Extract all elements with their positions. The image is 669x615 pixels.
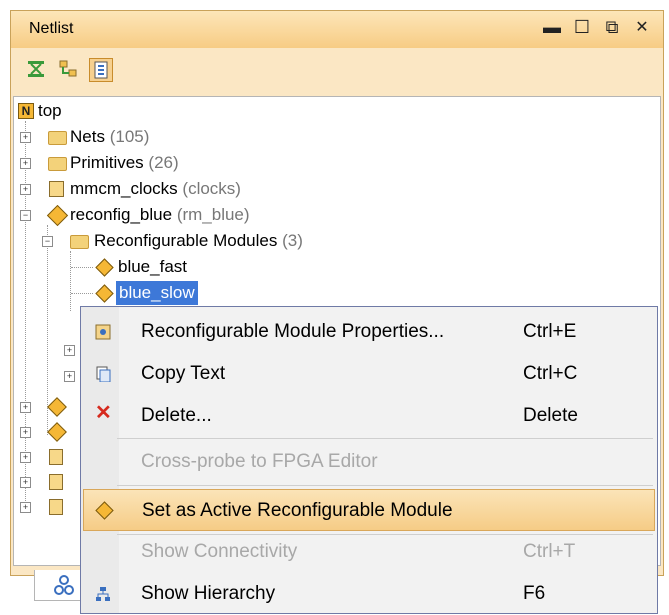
menu-item-properties[interactable]: Reconfigurable Module Properties... Ctrl… [83, 311, 655, 353]
tree-item-count: (105) [109, 127, 150, 146]
tree-item-primitives[interactable]: + Primitives (26) [20, 151, 320, 175]
instance-icon [49, 181, 64, 197]
properties-icon [95, 324, 111, 340]
instance-icon [49, 499, 63, 515]
expand-toggle[interactable]: + [20, 158, 31, 169]
delete-icon: ✕ [95, 402, 112, 424]
reconfig-module-icon [95, 501, 114, 520]
folder-open-icon [70, 235, 89, 249]
expand-all-button[interactable] [57, 58, 81, 82]
show-hierarchy-icon [94, 61, 108, 79]
collapse-toggle[interactable]: − [42, 236, 53, 247]
menu-item-label: Show Connectivity [141, 541, 298, 562]
reconfig-partition-icon [47, 422, 67, 442]
copy-icon [96, 366, 111, 382]
expand-toggle[interactable]: + [64, 345, 75, 356]
tree-root-label: top [38, 101, 62, 120]
menu-item-copy-text[interactable]: Copy Text Ctrl+C [83, 353, 655, 395]
expand-toggle[interactable]: + [20, 502, 31, 513]
tree-item-label: Primitives [70, 153, 144, 172]
maximize-icon[interactable]: ☐ [571, 17, 593, 38]
menu-item-label: Cross-probe to FPGA Editor [141, 451, 378, 472]
expand-toggle[interactable]: + [20, 477, 31, 488]
tree-line [71, 293, 93, 294]
reconfig-partition-icon [47, 397, 67, 417]
context-menu: Reconfigurable Module Properties... Ctrl… [80, 306, 658, 614]
tree-item-label: reconfig_blue [70, 205, 173, 224]
tree-item-count: (rm_blue) [176, 205, 250, 224]
reconfig-partition-icon [46, 204, 69, 227]
collapse-all-button[interactable] [25, 58, 49, 82]
tree-item-mmcm-clocks[interactable]: + mmcm_clocks (clocks) [20, 177, 320, 201]
menu-item-cross-probe[interactable]: Cross-probe to FPGA Editor [83, 441, 655, 483]
tree-item-label-selected: blue_slow [116, 281, 198, 305]
menu-separator [117, 485, 653, 486]
panel-title-bar: Netlist ▬ ☐ ⧉ ✕ [11, 11, 663, 49]
menu-item-label: Reconfigurable Module Properties... [141, 321, 445, 342]
expand-all-icon [59, 60, 77, 77]
folder-icon [48, 157, 67, 171]
tree-item-count: (26) [148, 153, 179, 172]
menu-item-show-hierarchy[interactable]: Show Hierarchy F6 [83, 573, 655, 615]
menu-item-label: Delete... [141, 405, 212, 426]
menu-item-label: Copy Text [141, 363, 226, 384]
tree-item-count: (3) [282, 231, 303, 250]
tree-item-nets[interactable]: + Nets (105) [20, 125, 320, 149]
netlist-toolbar [11, 48, 663, 96]
reconfig-module-icon [95, 284, 114, 303]
tree-item-label: mmcm_clocks [70, 179, 178, 198]
menu-item-shortcut: Delete [523, 405, 578, 426]
tree-item-reconfig-blue[interactable]: − reconfig_blue (rm_blue) [20, 203, 340, 227]
minimize-icon[interactable]: ▬ [541, 17, 563, 38]
menu-item-delete[interactable]: ✕ Delete... Delete [83, 395, 655, 437]
menu-item-shortcut: F6 [523, 583, 546, 604]
tree-line [70, 251, 71, 311]
menu-item-show-connectivity[interactable]: Show Connectivity Ctrl+T [83, 531, 655, 573]
folder-icon [48, 131, 67, 145]
menu-item-label: Set as Active Reconfigurable Module [142, 500, 453, 521]
expand-toggle[interactable]: + [20, 452, 31, 463]
tree-line [71, 267, 93, 268]
instance-icon [49, 449, 63, 465]
tree-item-label: blue_fast [118, 257, 187, 276]
netlist-n-icon: N [18, 103, 34, 119]
expand-toggle[interactable]: + [20, 402, 31, 413]
menu-item-shortcut: Ctrl+E [523, 321, 577, 342]
menu-item-label: Show Hierarchy [141, 583, 276, 604]
tree-item-blue-fast[interactable]: blue_fast [94, 255, 294, 279]
restore-icon[interactable]: ⧉ [601, 17, 623, 38]
tree-item-label: Nets [70, 127, 105, 146]
hierarchy-tab-icon [54, 575, 74, 595]
collapse-all-icon [28, 61, 44, 77]
tree-item-count: (clocks) [182, 179, 241, 198]
expand-toggle[interactable]: + [20, 184, 31, 195]
expand-toggle[interactable]: + [20, 427, 31, 438]
show-hierarchy-button[interactable] [89, 58, 113, 82]
tree-item-reconfigurable-modules[interactable]: − Reconfigurable Modules (3) [42, 229, 402, 253]
menu-item-shortcut: Ctrl+C [523, 363, 578, 384]
expand-toggle[interactable]: + [20, 132, 31, 143]
expand-toggle[interactable]: + [64, 371, 75, 382]
tree-item-blue-slow[interactable]: blue_slow [94, 281, 294, 305]
menu-item-shortcut: Ctrl+T [523, 541, 576, 562]
collapse-toggle[interactable]: − [20, 210, 31, 221]
reconfig-module-icon [95, 258, 114, 277]
menu-separator [117, 438, 653, 439]
menu-item-set-active-rm[interactable]: Set as Active Reconfigurable Module [83, 489, 655, 531]
panel-title: Netlist [29, 20, 74, 37]
tree-item-label: Reconfigurable Modules [94, 231, 278, 250]
tree-line [47, 225, 48, 435]
hierarchy-icon [96, 587, 110, 601]
close-icon[interactable]: ✕ [631, 17, 653, 37]
instance-icon [49, 474, 63, 490]
